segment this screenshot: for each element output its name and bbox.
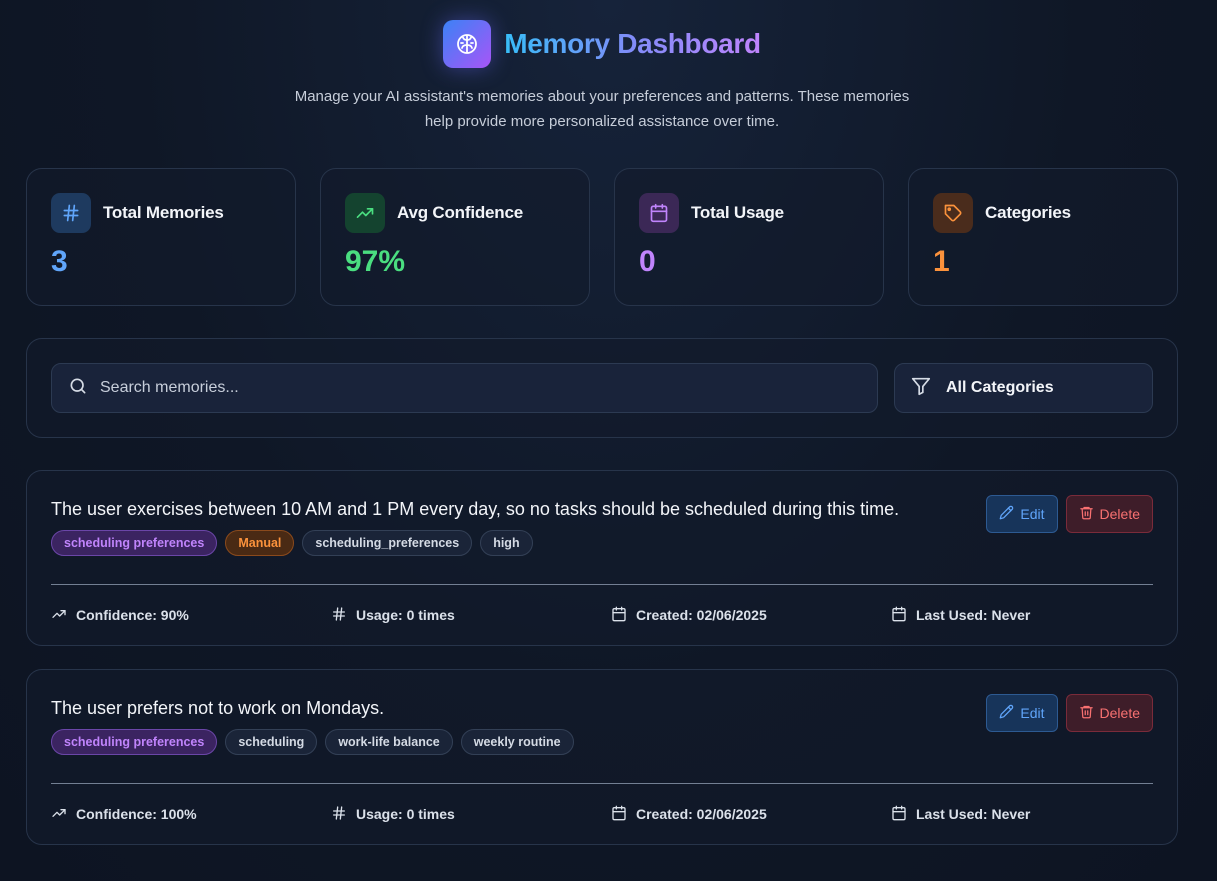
- memory-meta: Confidence: 90% Usage: 0 times Created: …: [51, 585, 1153, 645]
- edit-label: Edit: [1020, 506, 1045, 522]
- page-header: Memory Dashboard: [26, 0, 1178, 68]
- keyword-tag: weekly routine: [460, 729, 574, 755]
- edit-button[interactable]: Edit: [986, 495, 1058, 533]
- page-subtitle: Manage your AI assistant's memories abou…: [294, 88, 910, 130]
- keyword-tag: work-life balance: [325, 729, 453, 755]
- memory-card: The user exercises between 10 AM and 1 P…: [26, 470, 1178, 646]
- trending-up-icon: [345, 193, 385, 233]
- stat-value: 97%: [345, 245, 406, 278]
- search-icon: [68, 376, 88, 401]
- trash-icon: [1079, 704, 1094, 722]
- trending-up-icon: [51, 606, 67, 625]
- calendar-icon: [611, 805, 627, 824]
- category-filter-dropdown[interactable]: All Categories: [894, 363, 1153, 413]
- stat-card-avg-confidence: Avg Confidence 97%: [320, 168, 590, 306]
- source-tag: Manual: [225, 530, 295, 556]
- stat-label: Categories: [985, 203, 1071, 222]
- edit-label: Edit: [1020, 705, 1045, 721]
- memory-text: The user prefers not to work on Mondays.: [51, 698, 385, 718]
- stat-card-total-usage: Total Usage 0: [614, 168, 884, 306]
- delete-label: Delete: [1099, 506, 1140, 522]
- stat-value: 0: [639, 245, 656, 278]
- pencil-icon: [999, 704, 1014, 722]
- card-divider: [51, 584, 1153, 585]
- calendar-icon: [639, 193, 679, 233]
- last-used-meta: Last Used: Never: [891, 606, 1030, 625]
- stat-card-total-memories: Total Memories 3: [26, 168, 296, 306]
- created-text: Created: 02/06/2025: [636, 607, 767, 623]
- stat-label: Total Usage: [691, 203, 784, 222]
- category-selected-label: All Categories: [946, 379, 1054, 396]
- memory-tags: scheduling preferences Manual scheduling…: [51, 530, 899, 556]
- last-used-text: Last Used: Never: [916, 806, 1031, 822]
- hash-icon: [51, 193, 91, 233]
- delete-button[interactable]: Delete: [1065, 694, 1153, 732]
- stat-value: 1: [933, 245, 950, 278]
- memory-actions: Edit Delete: [986, 694, 1153, 755]
- delete-label: Delete: [1099, 705, 1140, 721]
- stat-label: Total Memories: [103, 203, 224, 222]
- usage-text: Usage: 0 times: [356, 806, 455, 822]
- stat-label: Avg Confidence: [397, 203, 523, 222]
- memory-card: The user prefers not to work on Mondays.…: [26, 669, 1178, 845]
- created-meta: Created: 02/06/2025: [611, 606, 891, 625]
- delete-button[interactable]: Delete: [1065, 495, 1153, 533]
- page-title: Memory Dashboard: [504, 28, 761, 59]
- search-input[interactable]: [100, 379, 877, 397]
- usage-meta: Usage: 0 times: [331, 606, 611, 625]
- category-tag: scheduling preferences: [51, 729, 218, 755]
- calendar-icon: [611, 606, 627, 625]
- calendar-icon: [891, 606, 907, 625]
- memory-tags: scheduling preferences scheduling work-l…: [51, 729, 574, 755]
- keyword-tag: high: [480, 530, 533, 556]
- trash-icon: [1079, 505, 1094, 523]
- search-box[interactable]: [51, 363, 878, 413]
- pencil-icon: [999, 505, 1014, 523]
- trending-up-icon: [51, 805, 67, 824]
- memory-actions: Edit Delete: [986, 495, 1153, 556]
- stat-card-categories: Categories 1: [908, 168, 1178, 306]
- memory-text: The user exercises between 10 AM and 1 P…: [51, 499, 900, 519]
- usage-text: Usage: 0 times: [356, 607, 455, 623]
- created-text: Created: 02/06/2025: [636, 806, 767, 822]
- confidence-meta: Confidence: 100%: [51, 805, 331, 824]
- stats-row: Total Memories 3 Avg Confidence 97% Tota…: [26, 168, 1178, 306]
- keyword-tag: scheduling_preferences: [302, 530, 473, 556]
- keyword-tag: scheduling: [225, 729, 318, 755]
- filter-icon: [910, 375, 932, 402]
- stat-value: 3: [51, 245, 68, 278]
- calendar-icon: [891, 805, 907, 824]
- confidence-text: Confidence: 90%: [76, 607, 189, 623]
- usage-meta: Usage: 0 times: [331, 805, 611, 824]
- filter-bar: All Categories: [26, 338, 1178, 438]
- last-used-meta: Last Used: Never: [891, 805, 1030, 824]
- hash-icon: [331, 606, 347, 625]
- last-used-text: Last Used: Never: [916, 607, 1031, 623]
- card-divider: [51, 783, 1153, 784]
- created-meta: Created: 02/06/2025: [611, 805, 891, 824]
- tag-icon: [933, 193, 973, 233]
- confidence-text: Confidence: 100%: [76, 806, 197, 822]
- confidence-meta: Confidence: 90%: [51, 606, 331, 625]
- edit-button[interactable]: Edit: [986, 694, 1058, 732]
- brain-icon: [443, 20, 492, 68]
- memory-dashboard-page: Memory Dashboard Manage your AI assistan…: [0, 0, 1217, 881]
- memory-meta: Confidence: 100% Usage: 0 times Created:…: [51, 784, 1153, 844]
- hash-icon: [331, 805, 347, 824]
- category-tag: scheduling preferences: [51, 530, 218, 556]
